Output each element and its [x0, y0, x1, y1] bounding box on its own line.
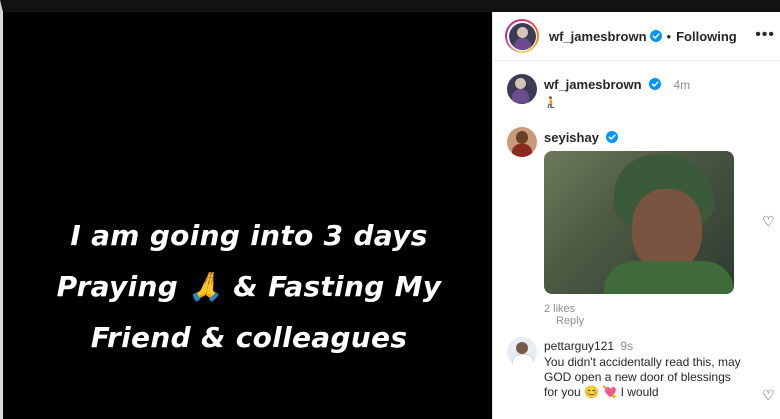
post-text-line: Praying 🙏 & Fasting My — [56, 270, 442, 303]
comments-panel: wf_jamesbrown • Following ••• wf_jamesbr… — [492, 12, 780, 419]
verified-badge-icon — [649, 30, 662, 42]
commenter-avatar[interactable] — [507, 74, 537, 104]
post-text-line: Friend & colleagues — [90, 321, 408, 354]
comment-meta: 2 likes Reply — [544, 303, 584, 327]
commenter-avatar[interactable] — [507, 127, 537, 157]
post-text-line: I am going into 3 days — [70, 219, 428, 252]
comment-username[interactable]: pettarguy121 — [544, 339, 614, 353]
comment-text: 🧎 — [544, 97, 558, 109]
comment-body: wf_jamesbrown 4m 🧎 — [544, 76, 744, 109]
reply-button[interactable]: Reply — [556, 315, 584, 327]
commenter-avatar[interactable] — [507, 337, 537, 367]
verified-badge-icon — [648, 78, 661, 90]
following-button[interactable]: Following — [676, 29, 737, 44]
comment-text: You didn't accidentally read this, may G… — [544, 355, 741, 399]
comment-username[interactable]: wf_jamesbrown — [544, 77, 642, 92]
comment-header: pettarguy121 9s — [544, 339, 744, 354]
avatar-inner — [507, 21, 537, 51]
gif-body — [604, 261, 734, 294]
profile-avatar[interactable] — [505, 19, 539, 53]
comment-username[interactable]: seyishay — [544, 130, 599, 145]
comment-timestamp: 4m — [673, 78, 691, 92]
gif-face — [632, 189, 702, 271]
like-heart-icon[interactable]: ♡ — [762, 387, 775, 404]
separator-dot: • — [666, 28, 672, 44]
comment-gif-image[interactable] — [544, 151, 734, 294]
post-media: I am going into 3 days Praying 🙏 & Fasti… — [0, 0, 492, 419]
post-text: I am going into 3 days Praying 🙏 & Fasti… — [6, 210, 492, 363]
more-options-icon[interactable]: ••• — [755, 26, 775, 44]
like-heart-icon[interactable]: ♡ — [762, 213, 775, 230]
comment-timestamp: 9s — [620, 339, 634, 353]
avatar-image — [508, 22, 536, 50]
comment-body: seyishay — [544, 129, 744, 147]
header-username[interactable]: wf_jamesbrown — [549, 29, 647, 44]
verified-badge-icon — [606, 131, 619, 143]
post-header: wf_jamesbrown • Following ••• — [493, 12, 780, 61]
comment-body: pettarguy121 9s You didn't accidentally … — [544, 339, 744, 400]
comment-likes[interactable]: 2 likes — [544, 303, 575, 315]
